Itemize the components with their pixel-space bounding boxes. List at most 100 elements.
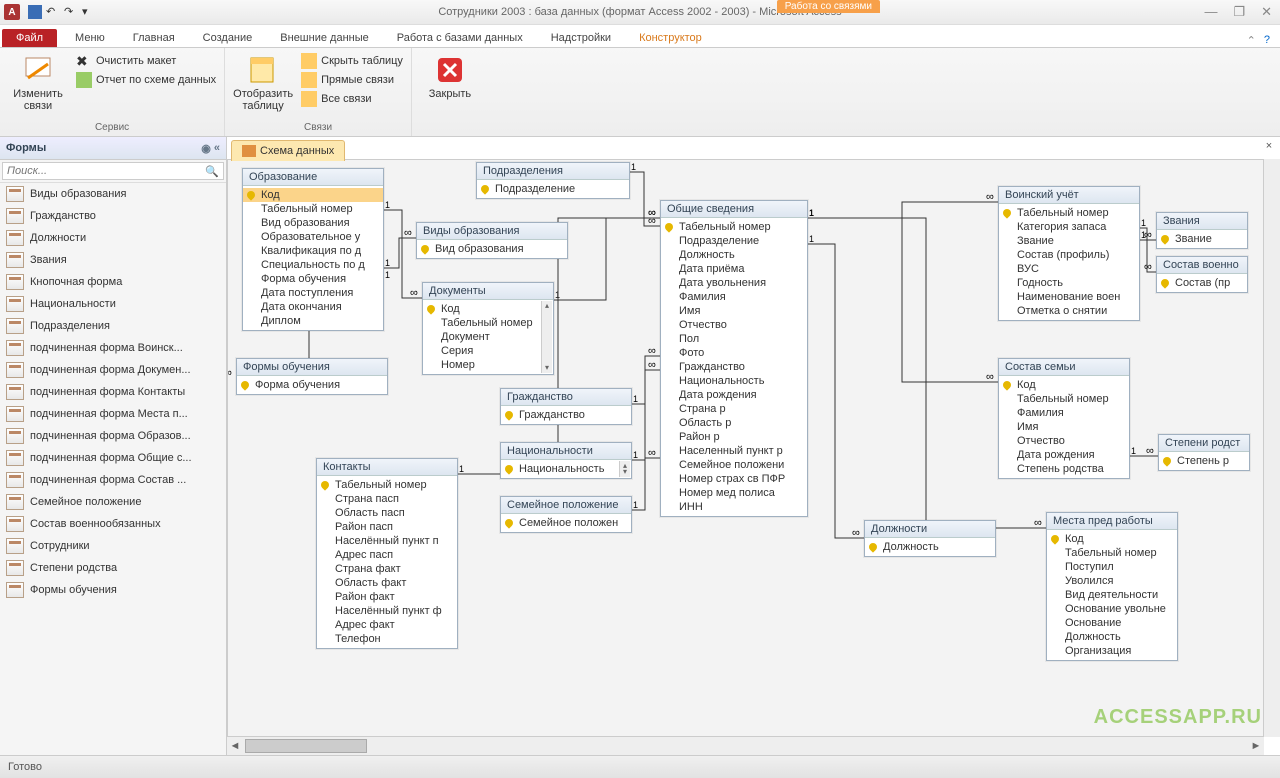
scroll-right-icon[interactable]: ► [1248,740,1264,752]
table-field[interactable]: Уволился [1047,574,1177,588]
table-sempol[interactable]: Семейное положение Семейное положен [500,496,632,533]
table-field[interactable]: Адрес пасп [317,548,457,562]
table-field[interactable]: ИНН [661,500,807,514]
table-field[interactable]: Табельный номер [243,202,383,216]
table-field[interactable]: Адрес факт [317,618,457,632]
table-field[interactable]: Форма обучения [237,378,387,392]
table-header[interactable]: Состав военно [1157,257,1247,274]
table-header[interactable]: Документы [423,283,553,300]
table-field[interactable]: Должность [1047,630,1177,644]
table-field[interactable]: Документ [423,330,553,344]
nav-item[interactable]: Семейное положение [0,491,226,513]
tab-designer[interactable]: Конструктор [625,29,716,47]
table-field[interactable]: Степень р [1159,454,1249,468]
table-field[interactable]: Населенный пункт р [661,444,807,458]
nav-item[interactable]: подчиненная форма Места п... [0,403,226,425]
table-sostavv[interactable]: Состав военноСостав (пр [1156,256,1248,293]
nav-item[interactable]: Гражданство [0,205,226,227]
table-field[interactable]: ВУС [999,262,1139,276]
table-field[interactable]: Вид образования [243,216,383,230]
table-field[interactable]: Код [243,188,383,202]
nav-collapse-icon[interactable]: « [214,142,220,155]
minimize-icon[interactable]: — [1204,4,1217,20]
table-vidyobr[interactable]: Виды образованияВид образования [416,222,568,259]
table-field[interactable]: Отчество [661,318,807,332]
table-field[interactable]: Серия [423,344,553,358]
table-header[interactable]: Контакты [317,459,457,476]
table-header[interactable]: Гражданство [501,389,631,406]
table-field[interactable]: Населённый пункт ф [317,604,457,618]
table-mestapred[interactable]: Места пред работыКодТабельный номерПосту… [1046,512,1178,661]
search-icon[interactable]: 🔍 [205,165,219,178]
table-field[interactable]: Табельный номер [423,316,553,330]
table-field[interactable]: Телефон [317,632,457,646]
table-field[interactable]: Область факт [317,576,457,590]
nav-item[interactable]: Подразделения [0,315,226,337]
table-field[interactable]: Гражданство [661,360,807,374]
table-header[interactable]: Национальности [501,443,631,460]
table-field[interactable]: Код [423,302,553,316]
table-field[interactable]: Табельный номер [999,392,1129,406]
all-links-button[interactable]: Все связи [299,90,405,108]
table-header[interactable]: Звания [1157,213,1247,230]
table-header[interactable]: Образование [243,169,383,186]
table-field[interactable]: Подразделение [477,182,629,196]
tab-addins[interactable]: Надстройки [537,29,625,47]
table-obschie[interactable]: Общие сведенияТабельный номерПодразделен… [660,200,808,517]
tab-external[interactable]: Внешние данные [266,29,382,47]
table-field[interactable]: Пол [661,332,807,346]
table-field[interactable]: Категория запаса [999,220,1139,234]
table-header[interactable]: Степени родст [1159,435,1249,452]
table-header[interactable]: Общие сведения [661,201,807,218]
table-field[interactable]: Семейное положени [661,458,807,472]
table-podrazd[interactable]: Подразделения Подразделение [476,162,630,199]
table-header[interactable]: Виды образования [417,223,567,240]
table-sostavsem[interactable]: Состав семьиКодТабельный номерФамилияИмя… [998,358,1130,479]
table-field[interactable]: Образовательное у [243,230,383,244]
table-field[interactable]: Основание [1047,616,1177,630]
clear-layout-button[interactable]: ✖Очистить макет [74,52,218,70]
table-field[interactable]: Имя [661,304,807,318]
nav-item[interactable]: Звания [0,249,226,271]
qat-more-icon[interactable]: ▾ [82,5,96,19]
table-field[interactable]: Вид деятельности [1047,588,1177,602]
table-header[interactable]: Семейное положение [501,497,631,514]
table-field[interactable]: Организация [1047,644,1177,658]
tab-menu[interactable]: Меню [61,29,119,47]
nav-dropdown-icon[interactable]: ◉ [201,142,211,155]
close-button[interactable]: Закрыть [418,50,482,102]
nav-item[interactable]: подчиненная форма Образов... [0,425,226,447]
nav-item[interactable]: подчиненная форма Контакты [0,381,226,403]
table-field[interactable]: Район факт [317,590,457,604]
table-field[interactable]: Фамилия [999,406,1129,420]
table-field[interactable]: Отчество [999,434,1129,448]
nav-item[interactable]: подчиненная форма Общие с... [0,447,226,469]
table-field[interactable]: Должность [865,540,995,554]
tab-dbtools[interactable]: Работа с базами данных [383,29,537,47]
table-field[interactable]: Табельный номер [999,206,1139,220]
table-field[interactable]: Основание увольне [1047,602,1177,616]
table-zvaniya[interactable]: ЗванияЗвание [1156,212,1248,249]
table-field[interactable]: Номер страх св ПФР [661,472,807,486]
table-documenty[interactable]: Документы КодТабельный номерДокументСерия… [422,282,554,375]
table-field[interactable]: Степень родства [999,462,1129,476]
table-field[interactable]: Дата поступления [243,286,383,300]
edit-relationships-button[interactable]: Изменить связи [6,50,70,114]
table-field[interactable]: Семейное положен [501,516,631,530]
nav-item[interactable]: Формы обучения [0,579,226,601]
table-field[interactable]: Дата приёма [661,262,807,276]
document-close-button[interactable]: × [1262,140,1276,154]
table-field[interactable]: Национальность [661,374,807,388]
tab-create[interactable]: Создание [189,29,267,47]
table-kontakty[interactable]: КонтактыТабельный номерСтрана паспОбласт… [316,458,458,649]
table-field[interactable]: Дата рождения [999,448,1129,462]
relationship-report-button[interactable]: Отчет по схеме данных [74,71,218,89]
table-field[interactable]: Имя [999,420,1129,434]
nav-item[interactable]: Степени родства [0,557,226,579]
search-input[interactable] [2,162,224,180]
table-field[interactable]: Подразделение [661,234,807,248]
table-field[interactable]: Поступил [1047,560,1177,574]
table-header[interactable]: Подразделения [477,163,629,180]
nav-item[interactable]: Состав военнообязанных [0,513,226,535]
scroll-left-icon[interactable]: ◄ [227,740,243,752]
